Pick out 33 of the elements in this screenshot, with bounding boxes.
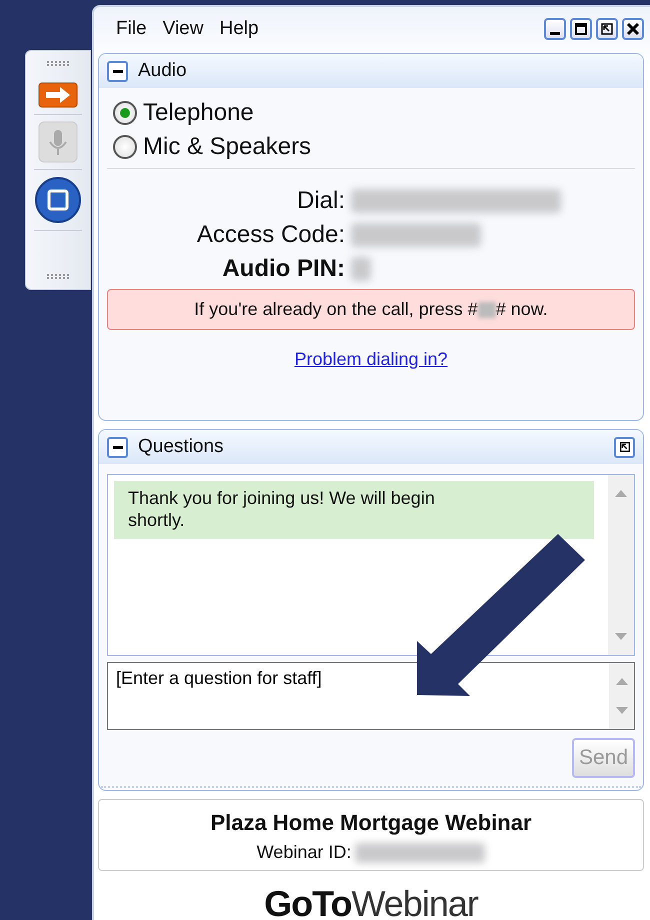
close-icon — [625, 21, 641, 37]
call-notice: If you're already on the call, press # # now. — [107, 289, 635, 330]
field-label: Audio PIN: — [221, 254, 346, 284]
radio-button[interactable] — [113, 135, 137, 159]
product-logo: GoToWebinar — [263, 882, 480, 920]
webinar-id-label: Webinar ID: — [256, 841, 352, 864]
panel-title: Audio — [138, 58, 187, 83]
panel-title: Questions — [138, 434, 224, 459]
collapse-button[interactable] — [107, 60, 128, 82]
collapse-button[interactable] — [107, 436, 128, 458]
minimize-icon — [550, 32, 560, 34]
chat-message: Thank you for joining us! We will begin shortly. — [114, 481, 594, 539]
radio-button[interactable] — [113, 101, 137, 125]
menu-item[interactable]: View — [154, 14, 212, 44]
menu-item[interactable]: File — [108, 14, 155, 44]
grip-handle[interactable] — [47, 61, 69, 66]
problem-link[interactable]: Problem dialing in? — [294, 349, 448, 369]
close-button[interactable] — [622, 18, 644, 40]
field-label: Access Code: — [196, 220, 346, 250]
popout-button[interactable] — [596, 18, 618, 40]
maximize-icon — [573, 21, 589, 37]
redacted-value — [351, 257, 371, 281]
popout-icon — [618, 440, 632, 454]
popout-button[interactable] — [614, 436, 635, 458]
maximize-button[interactable] — [570, 18, 592, 40]
popout-icon — [599, 21, 615, 37]
radio-label: Mic & Speakers — [143, 132, 312, 162]
menu-item[interactable]: Help — [211, 14, 267, 44]
grip-handle[interactable] — [47, 274, 69, 279]
field-label: Dial: — [296, 186, 346, 216]
radio-label: Telephone — [143, 98, 254, 128]
minimize-button[interactable] — [544, 18, 566, 40]
webinar-title: Plaza Home Mortgage Webinar — [209, 809, 533, 837]
